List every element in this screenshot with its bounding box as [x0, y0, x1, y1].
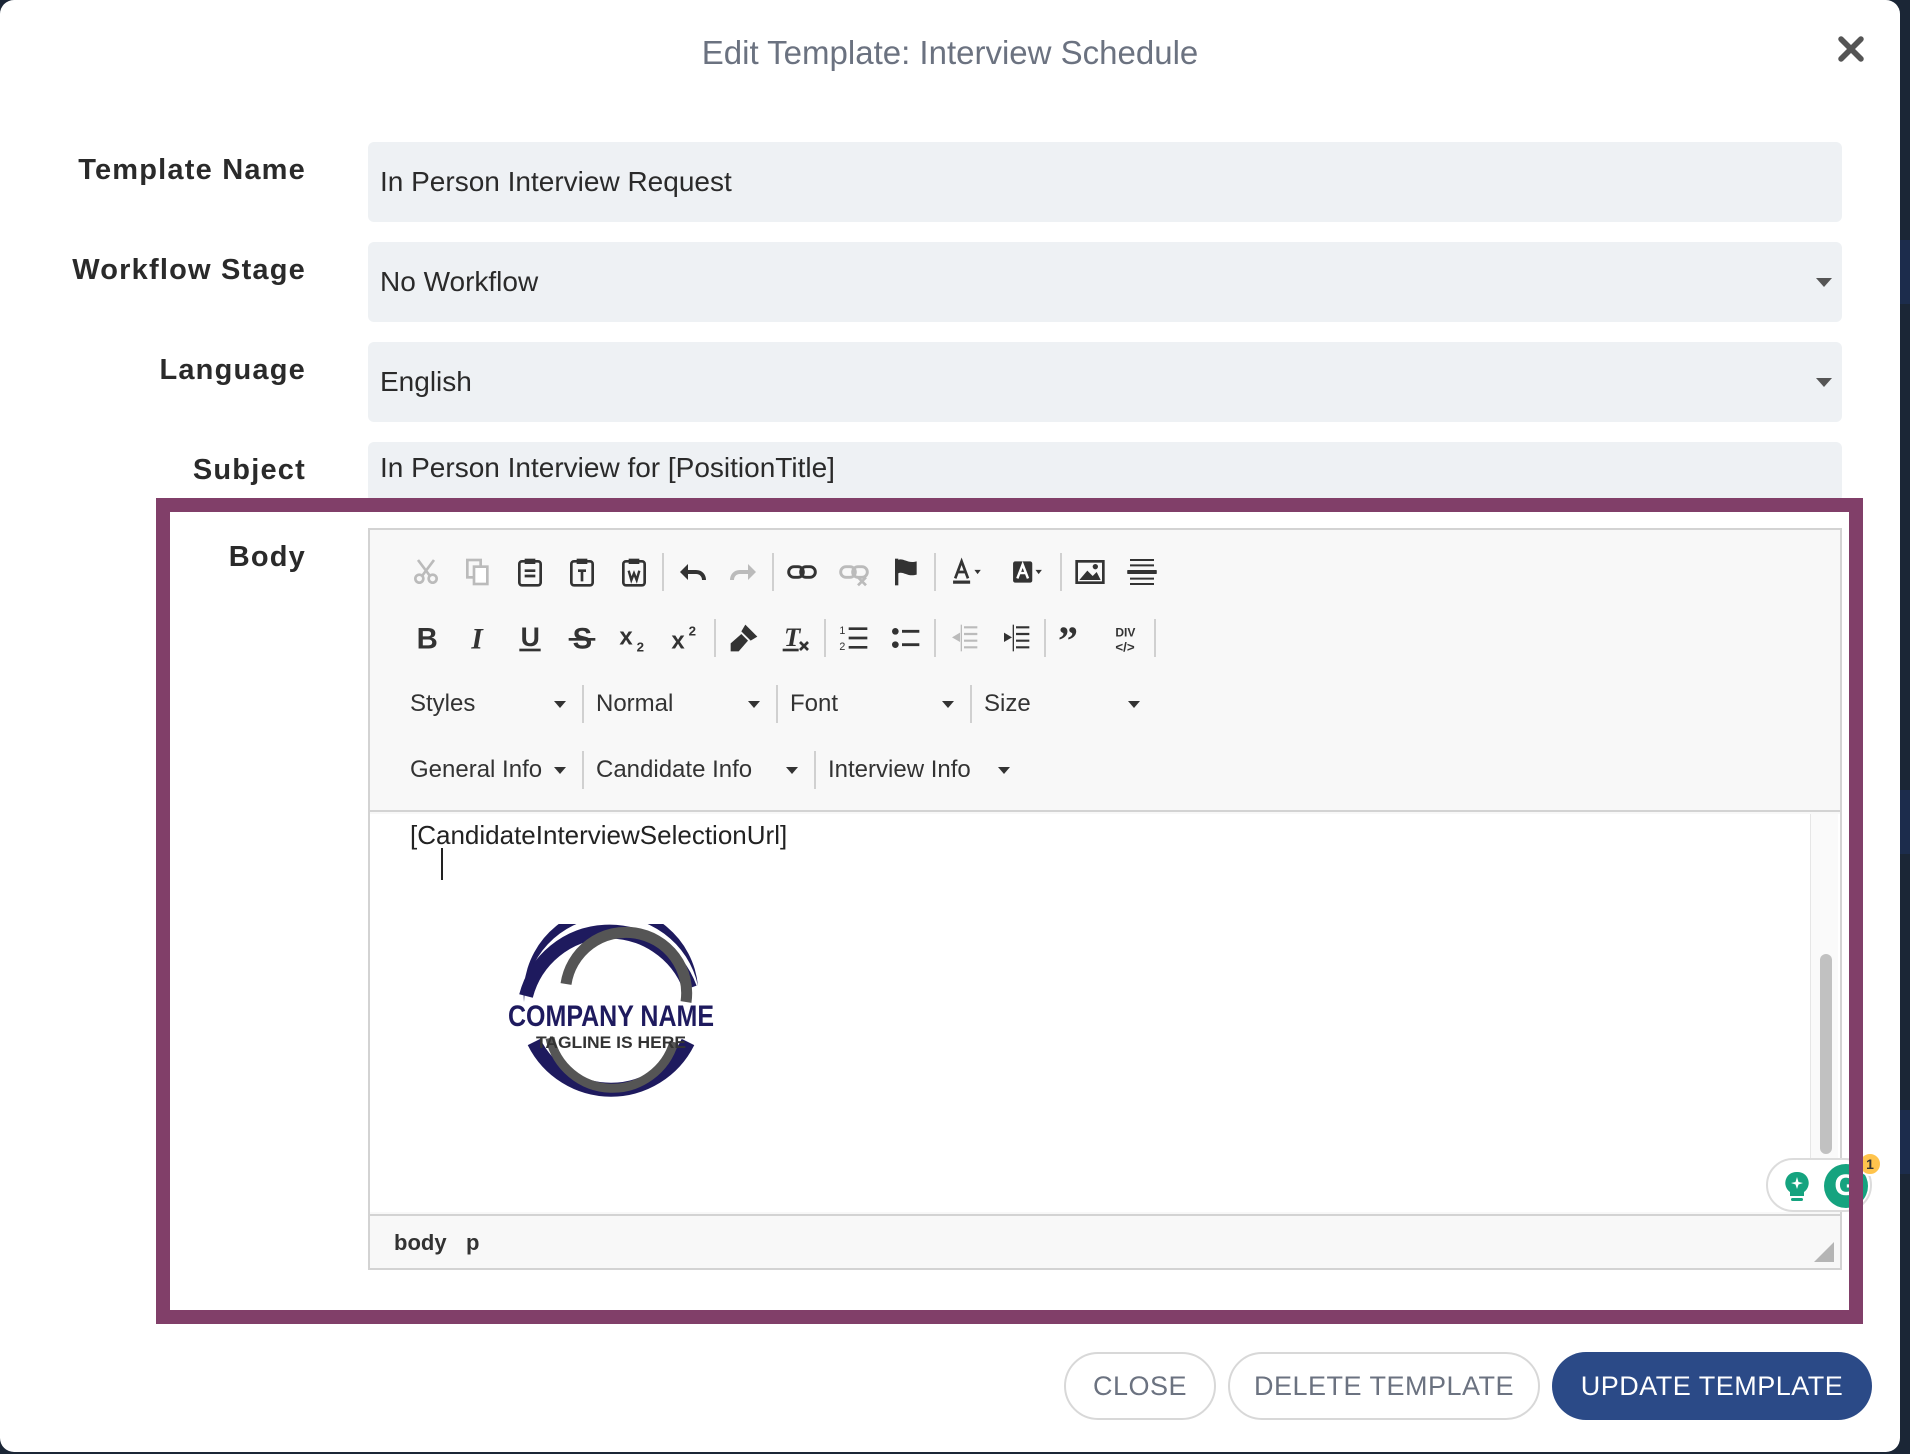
template-name-value: In Person Interview Request [380, 166, 732, 197]
workflow-stage-value: No Workflow [380, 266, 539, 297]
update-template-button[interactable]: UPDATE TEMPLATE [1552, 1352, 1872, 1420]
subject-label: Subject [192, 454, 306, 486]
language-label: Language [159, 354, 306, 386]
modal-title: Edit Template: Interview Schedule [701, 34, 1199, 71]
background-strip [1900, 1110, 1910, 1174]
subject-input[interactable]: In Person Interview for [PositionTitle] [368, 442, 1842, 502]
subject-value: In Person Interview for [PositionTitle] [380, 452, 835, 483]
workflow-stage-select[interactable]: No Workflow [368, 242, 1842, 322]
template-name-label: Template Name [78, 154, 306, 186]
delete-template-button[interactable]: DELETE TEMPLATE [1228, 1352, 1540, 1420]
language-value: English [380, 366, 472, 397]
workflow-stage-label: Workflow Stage [72, 254, 306, 286]
template-name-input[interactable]: In Person Interview Request [368, 142, 1842, 222]
background-strip [1900, 240, 1910, 304]
close-x-icon[interactable] [1834, 32, 1874, 72]
background-strip [1900, 790, 1910, 854]
edit-template-modal: Edit Template: Interview Schedule Templa… [0, 0, 1900, 1452]
text-cursor [441, 848, 443, 880]
close-button[interactable]: CLOSE [1064, 1352, 1216, 1420]
language-select[interactable]: English [368, 342, 1842, 422]
body-highlight-frame [156, 498, 1863, 1324]
chevron-down-icon [1816, 377, 1832, 387]
chevron-down-icon [1816, 277, 1832, 287]
